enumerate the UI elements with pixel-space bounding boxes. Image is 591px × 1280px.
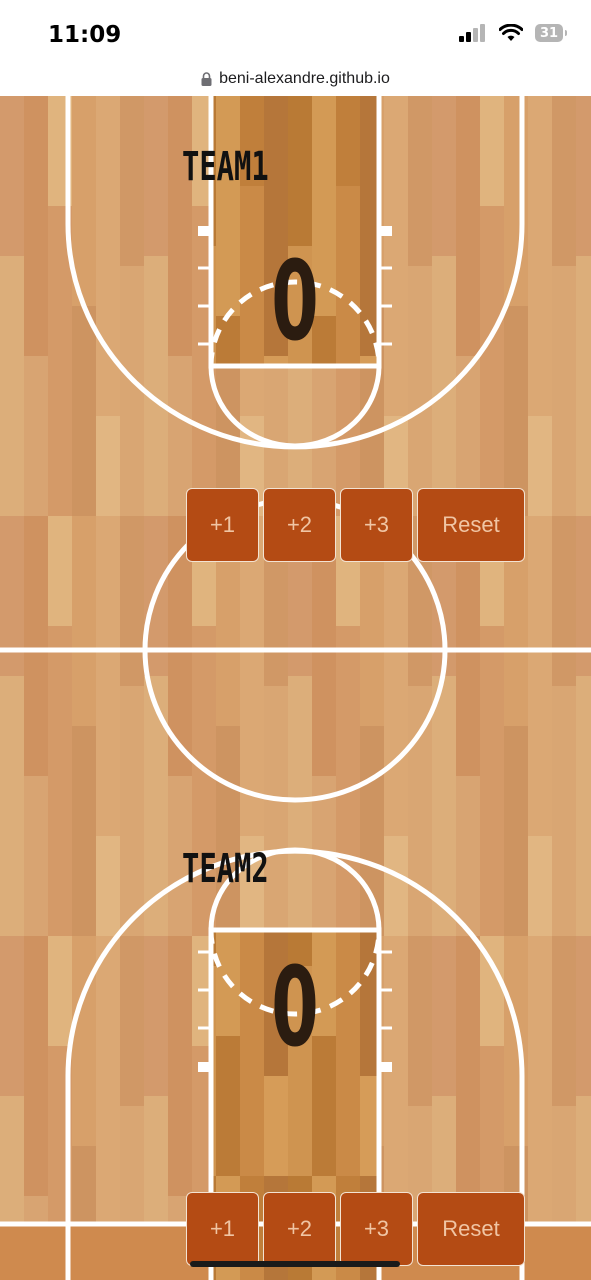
battery-level: 31 <box>539 25 559 41</box>
lock-icon <box>201 72 212 86</box>
basketball-court: TEAM1 0 +1 +2 +3 Reset TEAM2 0 +1 +2 +3 … <box>0 96 591 1280</box>
team1-reset-button[interactable]: Reset <box>417 488 525 562</box>
team2-controls: +1 +2 +3 Reset <box>186 1192 525 1266</box>
team1-score: 0 <box>271 237 319 365</box>
home-indicator[interactable] <box>190 1261 400 1267</box>
team2-score: 0 <box>271 943 319 1071</box>
cellular-signal-icon <box>459 24 485 42</box>
browser-url-bar[interactable]: beni-alexandre.github.io <box>0 62 591 96</box>
wifi-icon <box>499 24 523 41</box>
team2-reset-button[interactable]: Reset <box>417 1192 525 1266</box>
status-icons: 31 <box>459 24 567 42</box>
team1-plus-three-button[interactable]: +3 <box>340 488 413 562</box>
team1-name: TEAM1 <box>182 144 269 190</box>
status-time: 11:09 <box>48 22 122 48</box>
team2-plus-three-button[interactable]: +3 <box>340 1192 413 1266</box>
status-bar: 11:09 31 <box>0 0 591 62</box>
url-text[interactable]: beni-alexandre.github.io <box>219 70 390 88</box>
team2-plus-one-button[interactable]: +1 <box>186 1192 259 1266</box>
battery-icon: 31 <box>535 24 567 42</box>
team2-name: TEAM2 <box>182 846 269 892</box>
team1-plus-one-button[interactable]: +1 <box>186 488 259 562</box>
team1-controls: +1 +2 +3 Reset <box>186 488 525 562</box>
team2-plus-two-button[interactable]: +2 <box>263 1192 336 1266</box>
team1-plus-two-button[interactable]: +2 <box>263 488 336 562</box>
